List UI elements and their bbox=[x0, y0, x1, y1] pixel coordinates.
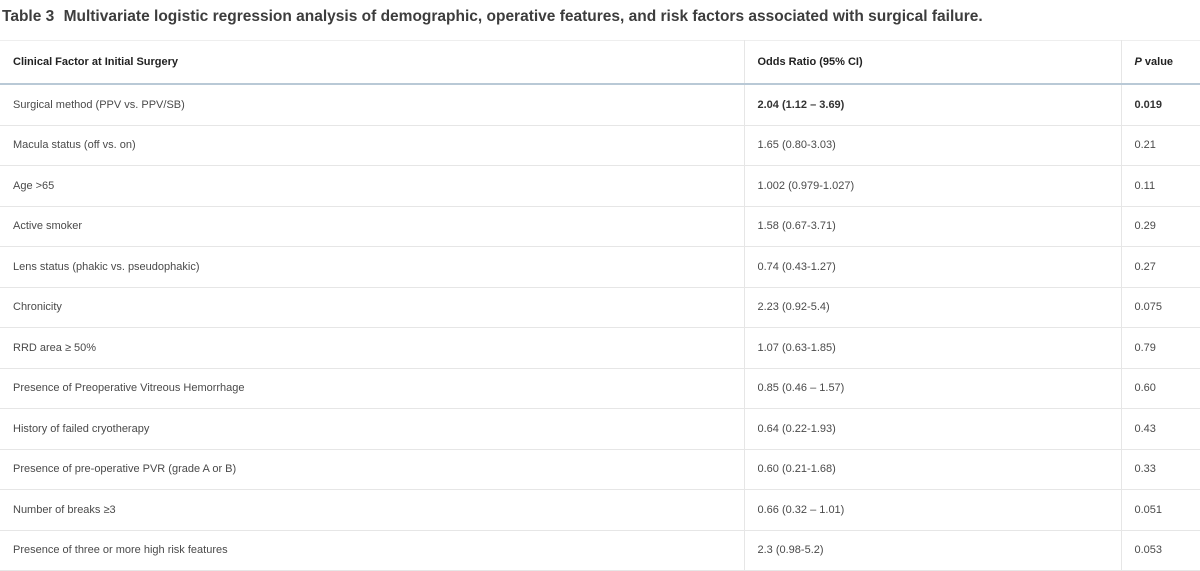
cell-p-value: 0.29 bbox=[1120, 206, 1200, 247]
table-row: RRD area ≥ 50% 1.07 (0.63-1.85) 0.79 bbox=[0, 327, 1200, 369]
cell-odds-ratio: 0.60 (0.21-1.68) bbox=[743, 449, 1121, 490]
cell-odds-ratio: 1.002 (0.979-1.027) bbox=[743, 165, 1121, 207]
cell-odds-ratio: 1.65 (0.80-3.03) bbox=[743, 125, 1121, 166]
cell-odds-ratio: 0.85 (0.46 – 1.57) bbox=[743, 368, 1121, 409]
cell-factor: Lens status (phakic vs. pseudophakic) bbox=[0, 246, 744, 288]
cell-factor: Number of breaks ≥3 bbox=[0, 489, 744, 531]
table-row: Age >65 1.002 (0.979-1.027) 0.11 bbox=[0, 165, 1200, 207]
cell-factor: Presence of Preoperative Vitreous Hemorr… bbox=[0, 368, 744, 409]
cell-odds-ratio: 1.07 (0.63-1.85) bbox=[743, 327, 1121, 369]
regression-table: Clinical Factor at Initial Surgery Odds … bbox=[0, 40, 1200, 571]
table-caption: Table 3 Multivariate logistic regression… bbox=[2, 8, 983, 26]
table-row: Surgical method (PPV vs. PPV/SB) 2.04 (1.… bbox=[0, 84, 1200, 126]
cell-factor: Presence of pre-operative PVR (grade A o… bbox=[0, 449, 744, 490]
table-body: Surgical method (PPV vs. PPV/SB) 2.04 (1.… bbox=[0, 84, 1200, 571]
cell-p-value: 0.33 bbox=[1120, 449, 1200, 490]
table-row: Macula status (off vs. on) 1.65 (0.80-3.0… bbox=[0, 125, 1200, 166]
table-row: History of failed cryotherapy 0.64 (0.22-… bbox=[0, 408, 1200, 450]
cell-odds-ratio: 2.04 (1.12 – 3.69) bbox=[743, 84, 1121, 126]
cell-odds-ratio: 0.66 (0.32 – 1.01) bbox=[743, 489, 1121, 531]
cell-p-value: 0.79 bbox=[1120, 327, 1200, 369]
header-odds-ratio: Odds Ratio (95% CI) bbox=[743, 40, 1121, 85]
table-row: Presence of Preoperative Vitreous Hemorr… bbox=[0, 368, 1200, 409]
table-row: Lens status (phakic vs. pseudophakic) 0.7… bbox=[0, 246, 1200, 288]
table-row: Active smoker 1.58 (0.67-3.71) 0.29 bbox=[0, 206, 1200, 247]
table-row: Presence of pre-operative PVR (grade A o… bbox=[0, 449, 1200, 490]
cell-p-value: 0.21 bbox=[1120, 125, 1200, 166]
cell-factor: Surgical method (PPV vs. PPV/SB) bbox=[0, 84, 744, 126]
cell-p-value: 0.075 bbox=[1120, 287, 1200, 328]
cell-p-value: 0.11 bbox=[1120, 165, 1200, 207]
cell-p-value: 0.43 bbox=[1120, 408, 1200, 450]
table-header-row: Clinical Factor at Initial Surgery Odds … bbox=[0, 40, 1200, 85]
cell-p-value: 0.019 bbox=[1120, 84, 1200, 126]
table-row: Chronicity 2.23 (0.92-5.4) 0.075 bbox=[0, 287, 1200, 328]
cell-odds-ratio: 0.64 (0.22-1.93) bbox=[743, 408, 1121, 450]
cell-factor: RRD area ≥ 50% bbox=[0, 327, 744, 369]
cell-factor: History of failed cryotherapy bbox=[0, 408, 744, 450]
cell-odds-ratio: 1.58 (0.67-3.71) bbox=[743, 206, 1121, 247]
cell-factor: Macula status (off vs. on) bbox=[0, 125, 744, 166]
cell-p-value: 0.051 bbox=[1120, 489, 1200, 531]
cell-factor: Active smoker bbox=[0, 206, 744, 247]
table-row: Presence of three or more high risk feat… bbox=[0, 530, 1200, 571]
cell-factor: Chronicity bbox=[0, 287, 744, 328]
table-label: Table 3 bbox=[2, 8, 55, 25]
cell-odds-ratio: 0.74 (0.43-1.27) bbox=[743, 246, 1121, 288]
header-p-value: P value bbox=[1120, 40, 1200, 85]
table-row: Number of breaks ≥3 0.66 (0.32 – 1.01) 0.0… bbox=[0, 489, 1200, 531]
cell-factor: Age >65 bbox=[0, 165, 744, 207]
cell-p-value: 0.60 bbox=[1120, 368, 1200, 409]
cell-factor: Presence of three or more high risk feat… bbox=[0, 530, 744, 571]
cell-odds-ratio: 2.3 (0.98-5.2) bbox=[743, 530, 1121, 571]
header-clinical-factor: Clinical Factor at Initial Surgery bbox=[0, 40, 744, 85]
cell-p-value: 0.053 bbox=[1120, 530, 1200, 571]
header-p-italic: P bbox=[1134, 56, 1142, 68]
header-p-suffix: value bbox=[1141, 56, 1174, 68]
table-title: Multivariate logistic regression analysi… bbox=[63, 8, 983, 25]
cell-p-value: 0.27 bbox=[1120, 246, 1200, 288]
regression-table-container: Clinical Factor at Initial Surgery Odds … bbox=[0, 40, 1200, 571]
cell-odds-ratio: 2.23 (0.92-5.4) bbox=[743, 287, 1121, 328]
